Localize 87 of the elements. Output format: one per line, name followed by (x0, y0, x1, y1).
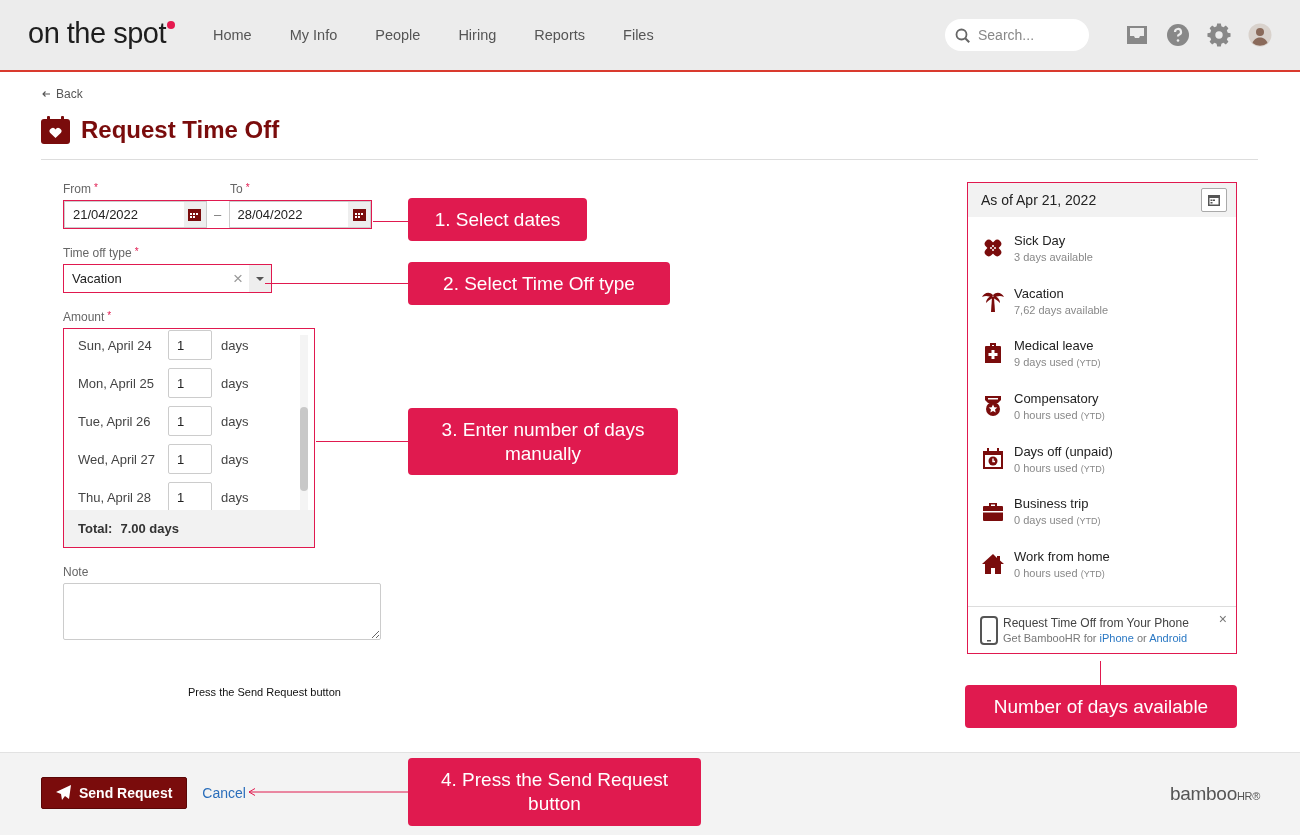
callout: Number of days available (965, 685, 1237, 728)
as-of-date: As of Apr 21, 2022 (981, 192, 1097, 208)
day-label: Tue, April 26 (78, 413, 152, 429)
nav-link[interactable]: My Info (289, 27, 338, 43)
calendar-icon (1208, 194, 1220, 206)
leave-type-name: Medical leave (1014, 338, 1095, 354)
amount-input[interactable]: 1 (168, 406, 212, 436)
required-mark: * (94, 182, 98, 193)
total-value: 7.00 days (120, 521, 179, 536)
field-label: To (230, 182, 243, 196)
app-link[interactable]: Android (1149, 632, 1188, 644)
leave-balance: 9 days used (YTD) (1014, 356, 1101, 369)
leave-type-name: Sick Day (1014, 233, 1067, 248)
leader-line (1100, 661, 1101, 685)
search-field[interactable]: Search... (945, 19, 1089, 51)
brand-logo: bambooHR® (1170, 783, 1260, 805)
leave-balance: 3 days available (1014, 251, 1093, 263)
note-field[interactable] (63, 583, 381, 640)
required-mark: * (107, 310, 112, 321)
unit-label: days (221, 337, 249, 353)
caret-icon (256, 276, 264, 281)
day-label: Wed, April 27 (78, 451, 157, 467)
calendar-icon (352, 208, 366, 221)
amount-input[interactable]: 1 (168, 368, 212, 398)
callout: 3. Enter number of days manually (408, 408, 678, 475)
nav-link[interactable]: Hiring (458, 27, 497, 43)
date-input[interactable]: 28/04/2022 (228, 201, 371, 228)
leave-type-name: Work from home (1014, 549, 1110, 565)
paper-plane-icon (56, 785, 71, 800)
calendar-clock-icon (981, 446, 1005, 471)
app-link[interactable]: iPhone (1099, 632, 1134, 644)
back-link[interactable]: Back (41, 87, 83, 101)
field-label: Time off type (63, 246, 132, 260)
send-request-button[interactable]: Send Request (41, 776, 188, 809)
leave-balance: 0 days used (YTD) (1014, 514, 1101, 527)
calendar-button[interactable] (1201, 188, 1227, 212)
amount-input[interactable]: 1 (168, 330, 212, 360)
unit-label: days (221, 413, 249, 429)
field-label: Note (63, 565, 89, 579)
page-title: Request Time Off (81, 116, 280, 144)
hint-text: Press the Send Request button (188, 686, 342, 698)
required-mark: * (245, 182, 250, 193)
callout: 1. Select dates (408, 198, 587, 241)
leave-balance: 0 hours used (YTD) (1014, 461, 1106, 474)
promo-title: Request Time Off from Your Phone (1003, 616, 1189, 630)
callout: 2. Select Time Off type (408, 262, 670, 305)
promo-text: Get BambooHR for iPhone or Android (1003, 632, 1189, 644)
help-icon (1166, 23, 1190, 47)
range-separator: – (212, 206, 223, 224)
logo[interactable]: on the spot (28, 16, 175, 50)
back-arrow-icon (41, 89, 51, 99)
phone-icon (980, 615, 998, 645)
day-label: Thu, April 28 (78, 489, 152, 505)
leave-type-name: Days off (unpaid) (1014, 443, 1113, 459)
calendar-icon (188, 208, 201, 221)
search-icon (955, 28, 970, 43)
leave-type-name: Business trip (1014, 496, 1090, 512)
nav-link[interactable]: Files (623, 27, 654, 43)
required-mark: * (134, 246, 139, 257)
time-off-type-select[interactable]: Vacation × (63, 264, 272, 293)
unit-label: days (221, 451, 249, 467)
cancel-link[interactable]: Cancel (202, 784, 246, 801)
scrollbar-thumb[interactable] (300, 407, 308, 491)
leave-type-name: Vacation (1014, 285, 1065, 301)
leave-balance: 0 hours used (YTD) (1014, 567, 1106, 580)
avatar-icon (1248, 23, 1272, 47)
nav-link[interactable]: Reports (534, 27, 586, 43)
house-icon (981, 552, 1005, 577)
close-button[interactable]: × (1218, 611, 1227, 627)
leave-type-name: Compensatory (1014, 391, 1100, 407)
day-label: Mon, April 25 (78, 375, 155, 391)
unit-label: days (221, 375, 249, 391)
inbox-icon (1125, 23, 1149, 47)
field-label: From (63, 182, 91, 196)
nav-link[interactable]: People (375, 27, 421, 43)
date-input[interactable]: 21/04/2022 (64, 201, 207, 228)
leave-balance: 0 hours used (YTD) (1014, 409, 1105, 422)
field-label: Amount (63, 310, 105, 324)
logo-dot-icon (167, 20, 175, 29)
nav-link[interactable]: Home (213, 27, 252, 43)
amount-input[interactable]: 1 (168, 444, 212, 474)
unit-label: days (221, 489, 249, 505)
callout: 4. Press the Send Request button (408, 758, 701, 826)
leave-balance: 7,62 days available (1014, 303, 1109, 316)
day-label: Sun, April 24 (78, 337, 153, 353)
settings-icon (1207, 22, 1231, 48)
total-label: Total: (78, 521, 113, 536)
